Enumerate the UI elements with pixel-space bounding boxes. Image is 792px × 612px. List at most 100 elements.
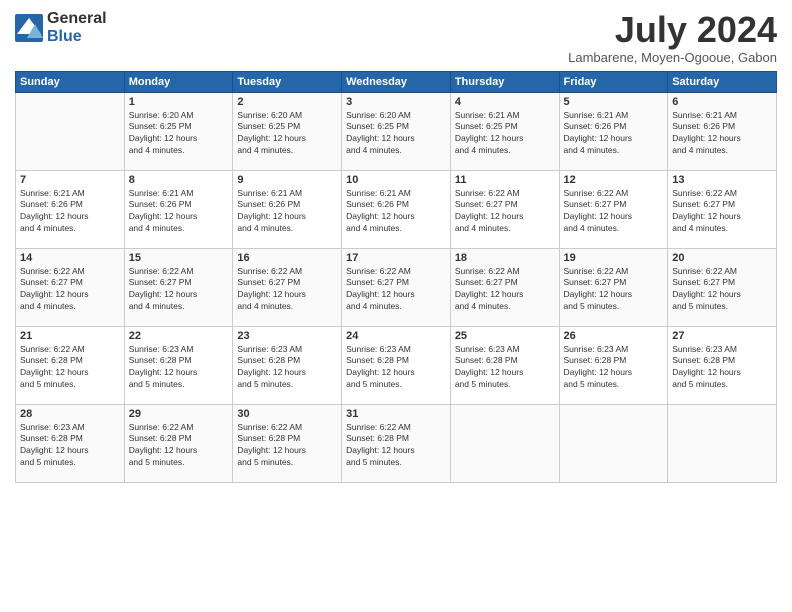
day-info: Sunrise: 6:21 AM Sunset: 6:26 PM Dayligh…	[237, 188, 337, 236]
calendar-page: General Blue July 2024 Lambarene, Moyen-…	[0, 0, 792, 612]
calendar-cell: 26Sunrise: 6:23 AM Sunset: 6:28 PM Dayli…	[559, 326, 668, 404]
calendar-cell: 19 Sunrise: 6:22 AM Sunset: 6:27 PM Dayli…	[559, 248, 668, 326]
day-number: 28	[20, 408, 120, 420]
day-info: Sunrise: 6:22 AM Sunset: 6:27 PM Dayligh…	[455, 188, 555, 236]
calendar-cell: 11 Sunrise: 6:22 AM Sunset: 6:27 PM Dayli…	[450, 170, 559, 248]
day-number: 19	[564, 252, 664, 264]
title-block: July 2024 Lambarene, Moyen-Ogooue, Gabon	[568, 10, 777, 65]
calendar-cell: 3 Sunrise: 6:20 AM Sunset: 6:25 PM Daylig…	[342, 92, 451, 170]
day-info: Sunrise: 6:22 AM Sunset: 6:28 PM Dayligh…	[237, 422, 337, 470]
day-info: Sunrise: 6:20 AM Sunset: 6:25 PM Dayligh…	[129, 110, 229, 158]
logo-general: General	[47, 10, 107, 28]
day-info: Sunrise: 6:22 AM Sunset: 6:27 PM Dayligh…	[672, 188, 772, 236]
day-number: 5	[564, 96, 664, 108]
calendar-cell: 24 Sunrise: 6:23 AM Sunset: 6:28 PM Dayli…	[342, 326, 451, 404]
day-number: 3	[346, 96, 446, 108]
calendar-cell: 5 Sunrise: 6:21 AM Sunset: 6:26 PM Daylig…	[559, 92, 668, 170]
calendar-cell: 20 Sunrise: 6:22 AM Sunset: 6:27 PM Dayli…	[668, 248, 777, 326]
calendar-cell: 23 Sunrise: 6:23 AM Sunset: 6:28 PM Dayli…	[233, 326, 342, 404]
calendar-cell: 2Sunrise: 6:20 AM Sunset: 6:25 PM Daylig…	[233, 92, 342, 170]
day-number: 22	[129, 330, 229, 342]
calendar-week-row: 14 Sunrise: 6:22 AM Sunset: 6:27 PM Dayli…	[16, 248, 777, 326]
day-number: 29	[129, 408, 229, 420]
calendar-cell: 4 Sunrise: 6:21 AM Sunset: 6:25 PM Daylig…	[450, 92, 559, 170]
day-number: 4	[455, 96, 555, 108]
logo-text: General Blue	[47, 10, 107, 45]
day-number: 9	[237, 174, 337, 186]
calendar-cell: 30 Sunrise: 6:22 AM Sunset: 6:28 PM Dayli…	[233, 404, 342, 482]
calendar-cell: 7Sunrise: 6:21 AM Sunset: 6:26 PM Daylig…	[16, 170, 125, 248]
day-number: 17	[346, 252, 446, 264]
calendar-cell: 22 Sunrise: 6:23 AM Sunset: 6:28 PM Dayli…	[124, 326, 233, 404]
day-number: 14	[20, 252, 120, 264]
calendar-cell: 29 Sunrise: 6:22 AM Sunset: 6:28 PM Dayli…	[124, 404, 233, 482]
day-number: 16	[237, 252, 337, 264]
day-info: Sunrise: 6:22 AM Sunset: 6:28 PM Dayligh…	[129, 422, 229, 470]
day-info: Sunrise: 6:23 AM Sunset: 6:28 PM Dayligh…	[564, 344, 664, 392]
day-info: Sunrise: 6:21 AM Sunset: 6:26 PM Dayligh…	[564, 110, 664, 158]
day-info: Sunrise: 6:20 AM Sunset: 6:25 PM Dayligh…	[237, 110, 337, 158]
day-number: 25	[455, 330, 555, 342]
logo: General Blue	[15, 10, 107, 45]
calendar-week-row: 21Sunrise: 6:22 AM Sunset: 6:28 PM Dayli…	[16, 326, 777, 404]
day-header-monday: Monday	[124, 71, 233, 92]
day-info: Sunrise: 6:22 AM Sunset: 6:27 PM Dayligh…	[455, 266, 555, 314]
day-number: 7	[20, 174, 120, 186]
day-number: 13	[672, 174, 772, 186]
logo-icon	[15, 14, 43, 42]
calendar-cell: 12Sunrise: 6:22 AM Sunset: 6:27 PM Dayli…	[559, 170, 668, 248]
calendar-cell: 16 Sunrise: 6:22 AM Sunset: 6:27 PM Dayli…	[233, 248, 342, 326]
calendar-cell: 25Sunrise: 6:23 AM Sunset: 6:28 PM Dayli…	[450, 326, 559, 404]
day-number: 24	[346, 330, 446, 342]
day-info: Sunrise: 6:23 AM Sunset: 6:28 PM Dayligh…	[672, 344, 772, 392]
calendar-week-row: 1 Sunrise: 6:20 AM Sunset: 6:25 PM Daylig…	[16, 92, 777, 170]
calendar-cell: 31Sunrise: 6:22 AM Sunset: 6:28 PM Dayli…	[342, 404, 451, 482]
day-info: Sunrise: 6:23 AM Sunset: 6:28 PM Dayligh…	[346, 344, 446, 392]
day-info: Sunrise: 6:21 AM Sunset: 6:26 PM Dayligh…	[129, 188, 229, 236]
day-info: Sunrise: 6:21 AM Sunset: 6:25 PM Dayligh…	[455, 110, 555, 158]
day-number: 11	[455, 174, 555, 186]
day-info: Sunrise: 6:22 AM Sunset: 6:27 PM Dayligh…	[237, 266, 337, 314]
day-number: 20	[672, 252, 772, 264]
calendar-table: SundayMondayTuesdayWednesdayThursdayFrid…	[15, 71, 777, 483]
day-number: 1	[129, 96, 229, 108]
logo-blue: Blue	[47, 28, 107, 46]
day-header-wednesday: Wednesday	[342, 71, 451, 92]
calendar-cell: 28Sunrise: 6:23 AM Sunset: 6:28 PM Dayli…	[16, 404, 125, 482]
calendar-cell	[668, 404, 777, 482]
day-number: 10	[346, 174, 446, 186]
calendar-cell: 10 Sunrise: 6:21 AM Sunset: 6:26 PM Dayli…	[342, 170, 451, 248]
day-number: 8	[129, 174, 229, 186]
location: Lambarene, Moyen-Ogooue, Gabon	[568, 50, 777, 65]
day-info: Sunrise: 6:22 AM Sunset: 6:27 PM Dayligh…	[672, 266, 772, 314]
day-info: Sunrise: 6:22 AM Sunset: 6:27 PM Dayligh…	[346, 266, 446, 314]
day-header-tuesday: Tuesday	[233, 71, 342, 92]
month-title: July 2024	[568, 10, 777, 50]
calendar-cell: 6Sunrise: 6:21 AM Sunset: 6:26 PM Daylig…	[668, 92, 777, 170]
calendar-week-row: 28Sunrise: 6:23 AM Sunset: 6:28 PM Dayli…	[16, 404, 777, 482]
day-info: Sunrise: 6:22 AM Sunset: 6:27 PM Dayligh…	[20, 266, 120, 314]
day-header-thursday: Thursday	[450, 71, 559, 92]
day-number: 31	[346, 408, 446, 420]
day-info: Sunrise: 6:20 AM Sunset: 6:25 PM Dayligh…	[346, 110, 446, 158]
day-info: Sunrise: 6:21 AM Sunset: 6:26 PM Dayligh…	[346, 188, 446, 236]
day-header-saturday: Saturday	[668, 71, 777, 92]
day-number: 30	[237, 408, 337, 420]
day-number: 15	[129, 252, 229, 264]
day-number: 6	[672, 96, 772, 108]
day-info: Sunrise: 6:23 AM Sunset: 6:28 PM Dayligh…	[237, 344, 337, 392]
day-info: Sunrise: 6:22 AM Sunset: 6:27 PM Dayligh…	[129, 266, 229, 314]
calendar-cell	[559, 404, 668, 482]
calendar-cell: 17 Sunrise: 6:22 AM Sunset: 6:27 PM Dayli…	[342, 248, 451, 326]
day-info: Sunrise: 6:23 AM Sunset: 6:28 PM Dayligh…	[129, 344, 229, 392]
day-header-friday: Friday	[559, 71, 668, 92]
day-number: 18	[455, 252, 555, 264]
day-info: Sunrise: 6:22 AM Sunset: 6:27 PM Dayligh…	[564, 266, 664, 314]
calendar-cell: 8 Sunrise: 6:21 AM Sunset: 6:26 PM Daylig…	[124, 170, 233, 248]
calendar-cell: 18 Sunrise: 6:22 AM Sunset: 6:27 PM Dayli…	[450, 248, 559, 326]
day-number: 21	[20, 330, 120, 342]
calendar-cell: 13 Sunrise: 6:22 AM Sunset: 6:27 PM Dayli…	[668, 170, 777, 248]
day-number: 23	[237, 330, 337, 342]
calendar-cell: 1 Sunrise: 6:20 AM Sunset: 6:25 PM Daylig…	[124, 92, 233, 170]
calendar-cell: 21Sunrise: 6:22 AM Sunset: 6:28 PM Dayli…	[16, 326, 125, 404]
